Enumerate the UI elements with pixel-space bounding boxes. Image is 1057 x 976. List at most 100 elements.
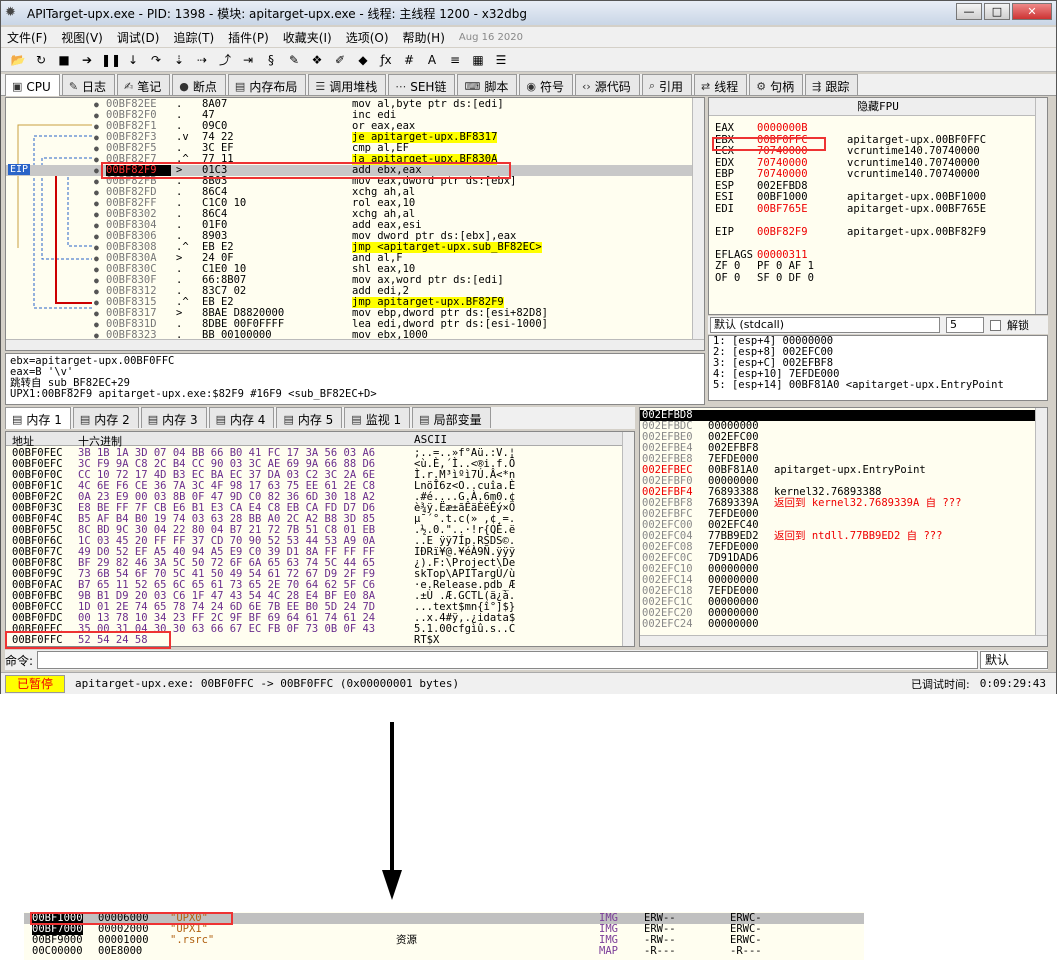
disassembly-view[interactable]: ● 00BF82EE. 8A07 mov al,byte ptr ds:[edi] ● 0… (5, 97, 705, 351)
maximize-button[interactable]: □ (984, 3, 1010, 20)
regs-scrollbar[interactable] (1035, 98, 1047, 314)
stack-row[interactable]: 002EFC10 00000000 (640, 564, 1040, 575)
register-row[interactable]: ESI 00BF1000 apitarget-upx.00BF1000 (715, 191, 986, 203)
breakpoint-dot-icon[interactable]: ● (94, 176, 99, 187)
stack-view[interactable]: 002EFBD8 00000000 002EFBDC 00000000 002EFBE0… (639, 407, 1048, 647)
breakpoint-dot-icon[interactable]: ● (94, 242, 99, 253)
menu-item[interactable]: 收藏夹(I) (283, 29, 332, 46)
menu-item[interactable]: 视图(V) (61, 29, 103, 46)
trace-over-icon[interactable]: ⇢ (193, 51, 211, 69)
memmap-row[interactable]: 00C00000 00E8000 MAP -R--- -R--- (24, 946, 864, 957)
menu-item[interactable]: 追踪(T) (173, 29, 214, 46)
stack-row[interactable]: 002EFC0C 7D91DAD6 (640, 553, 1040, 564)
arg-count-spinner[interactable]: 5 (946, 317, 984, 333)
breakpoint-dot-icon[interactable]: ● (94, 121, 99, 132)
register-row[interactable]: EIP 00BF82F9 apitarget-upx.00BF82F9 (715, 226, 986, 238)
script-icon[interactable]: § (262, 51, 280, 69)
stack-row[interactable]: 002EFC14 00000000 (640, 575, 1040, 586)
memory-tab-6[interactable]: ▤ 局部变量 (412, 407, 491, 428)
memory-tab-0[interactable]: ▤ 内存 1 (5, 407, 71, 429)
stack-scrollbar[interactable] (1035, 408, 1047, 646)
breakpoint-dot-icon[interactable]: ● (94, 253, 99, 264)
tab-2[interactable]: ✍ 笔记 (117, 74, 171, 95)
hash-icon[interactable]: # (400, 51, 418, 69)
tab-4[interactable]: ▤ 内存布局 (227, 74, 307, 95)
tab-1[interactable]: ✎ 日志 (61, 74, 116, 95)
calculator-icon[interactable]: ▦ (469, 51, 487, 69)
stack-row[interactable]: 002EFBD8 00000000 (640, 410, 1040, 421)
tab-3[interactable]: ● 断点 (172, 74, 226, 95)
minimize-button[interactable]: — (956, 3, 982, 20)
stack-args-panel[interactable]: 1: [esp+4] 00000000 2: [esp+8] 002EFC00 3:… (708, 335, 1048, 401)
close-button[interactable]: ✕ (1012, 3, 1052, 20)
breakpoint-dot-icon[interactable]: ● (94, 132, 99, 143)
registers-panel[interactable]: 隐藏FPU EAX 0000000B EBX 00BF0FFC apitarget-up… (708, 97, 1048, 315)
register-row[interactable]: EDI 00BF765E apitarget-upx.00BF765E (715, 203, 986, 215)
breakpoint-dot-icon[interactable]: ● (94, 198, 99, 209)
tab-8[interactable]: ◉ 符号 (519, 74, 573, 95)
tab-13[interactable]: ⇶ 跟踪 (805, 74, 859, 95)
label-icon[interactable]: ◆ (354, 51, 372, 69)
register-row[interactable]: EFLAGS 00000311 (715, 249, 847, 261)
memory-tab-4[interactable]: ▤ 内存 5 (276, 407, 343, 428)
register-row[interactable]: EBP 70740000 vcruntime140.70740000 (715, 168, 980, 180)
strings-icon[interactable]: ≡ (446, 51, 464, 69)
memory-map-section[interactable]: 00BF1000 00006000 "UPX0" IMG ERW-- ERWC- 00BF7… (24, 912, 864, 960)
breakpoint-dot-icon[interactable]: ● (94, 220, 99, 231)
stack-row[interactable]: 002EFC18 7EFDE000 (640, 586, 1040, 597)
breakpoint-dot-icon[interactable]: ● (94, 143, 99, 154)
breakpoint-dot-icon[interactable]: ● (94, 319, 99, 330)
stack-row[interactable]: 002EFC20 00000000 (640, 608, 1040, 619)
memory-dump[interactable]: 地址 十六进制 ASCII 00BF0FEC 3B 1B 1A 3D 07 04 … (5, 431, 635, 647)
stack-row[interactable]: 002EFC24 00000000 (640, 619, 1040, 630)
memory-tab-2[interactable]: ▤ 内存 3 (140, 407, 207, 428)
tab-0[interactable]: ▣ CPU (5, 74, 60, 96)
breakpoint-dot-icon[interactable]: ● (94, 275, 99, 286)
stack-row[interactable]: 002EFC08 7EFDE000 (640, 542, 1040, 553)
register-row[interactable] (715, 237, 847, 249)
breakpoint-dot-icon[interactable]: ● (94, 187, 99, 198)
register-row[interactable]: ZF 0 PF 0 AF 1 (715, 260, 847, 272)
breakpoint-dot-icon[interactable]: ● (94, 308, 99, 319)
memory-tab-5[interactable]: ▤ 监视 1 (344, 407, 411, 428)
memory-tab-3[interactable]: ▤ 内存 4 (208, 407, 275, 428)
register-row[interactable]: ESP 002EFBD8 (715, 180, 847, 192)
tab-11[interactable]: ⇄ 线程 (694, 74, 748, 95)
breakpoint-dot-icon[interactable]: ● (94, 297, 99, 308)
lock-checkbox[interactable] (990, 319, 1001, 331)
breakpoint-dot-icon[interactable]: ● (94, 165, 99, 176)
stack-row[interactable]: 002EFBDC 00000000 (640, 421, 1040, 432)
font-icon[interactable]: A (423, 51, 441, 69)
trace-into-icon[interactable]: ⇣ (170, 51, 188, 69)
menu-icon[interactable]: ☰ (492, 51, 510, 69)
menu-item[interactable]: 文件(F) (7, 29, 47, 46)
memory-tab-1[interactable]: ▤ 内存 2 (72, 407, 139, 428)
breakpoint-dot-icon[interactable]: ● (94, 209, 99, 220)
step-over-icon[interactable]: ↷ (147, 51, 165, 69)
register-row[interactable]: OF 0 SF 0 DF 0 (715, 272, 847, 284)
stack-row[interactable]: 002EFBEC 00BF81A0 apitarget-upx.EntryPoint (640, 465, 1040, 476)
patch-icon[interactable]: ✎ (285, 51, 303, 69)
run-icon[interactable]: ➔ (78, 51, 96, 69)
command-mode-select[interactable]: 默认 (980, 651, 1048, 669)
stack-hscrollbar[interactable] (640, 635, 1047, 646)
disasm-scrollbar[interactable] (692, 98, 704, 350)
stack-row[interactable]: 002EFBE0 002EFC00 (640, 432, 1040, 443)
dump-scrollbar[interactable] (622, 432, 634, 646)
breakpoint-dot-icon[interactable]: ● (94, 286, 99, 297)
tab-5[interactable]: ☰ 调用堆栈 (308, 74, 387, 95)
tab-10[interactable]: ⌕ 引用 (641, 74, 692, 95)
register-row[interactable] (715, 214, 847, 226)
register-row[interactable]: EAX 0000000B (715, 122, 847, 134)
tab-12[interactable]: ⚙ 句柄 (749, 74, 804, 95)
pause-icon[interactable]: ❚❚ (101, 51, 121, 69)
stack-row[interactable]: 002EFC1C 00000000 (640, 597, 1040, 608)
execute-till-return-icon[interactable]: ⤴ (216, 51, 234, 69)
stack-row[interactable]: 002EFC04 77BB9ED2 返回到 ntdll.77BB9ED2 自 ??? (640, 531, 1040, 542)
tab-7[interactable]: ⌨ 脚本 (457, 74, 518, 95)
stack-row[interactable]: 002EFBF8 7689339A 返回到 kernel32.7689339A 自 … (640, 498, 1040, 509)
bookmark-icon[interactable]: ❖ (308, 51, 326, 69)
menu-item[interactable]: 帮助(H) (403, 29, 445, 46)
folder-open-icon[interactable]: 📂 (9, 51, 27, 69)
breakpoint-dot-icon[interactable]: ● (94, 231, 99, 242)
